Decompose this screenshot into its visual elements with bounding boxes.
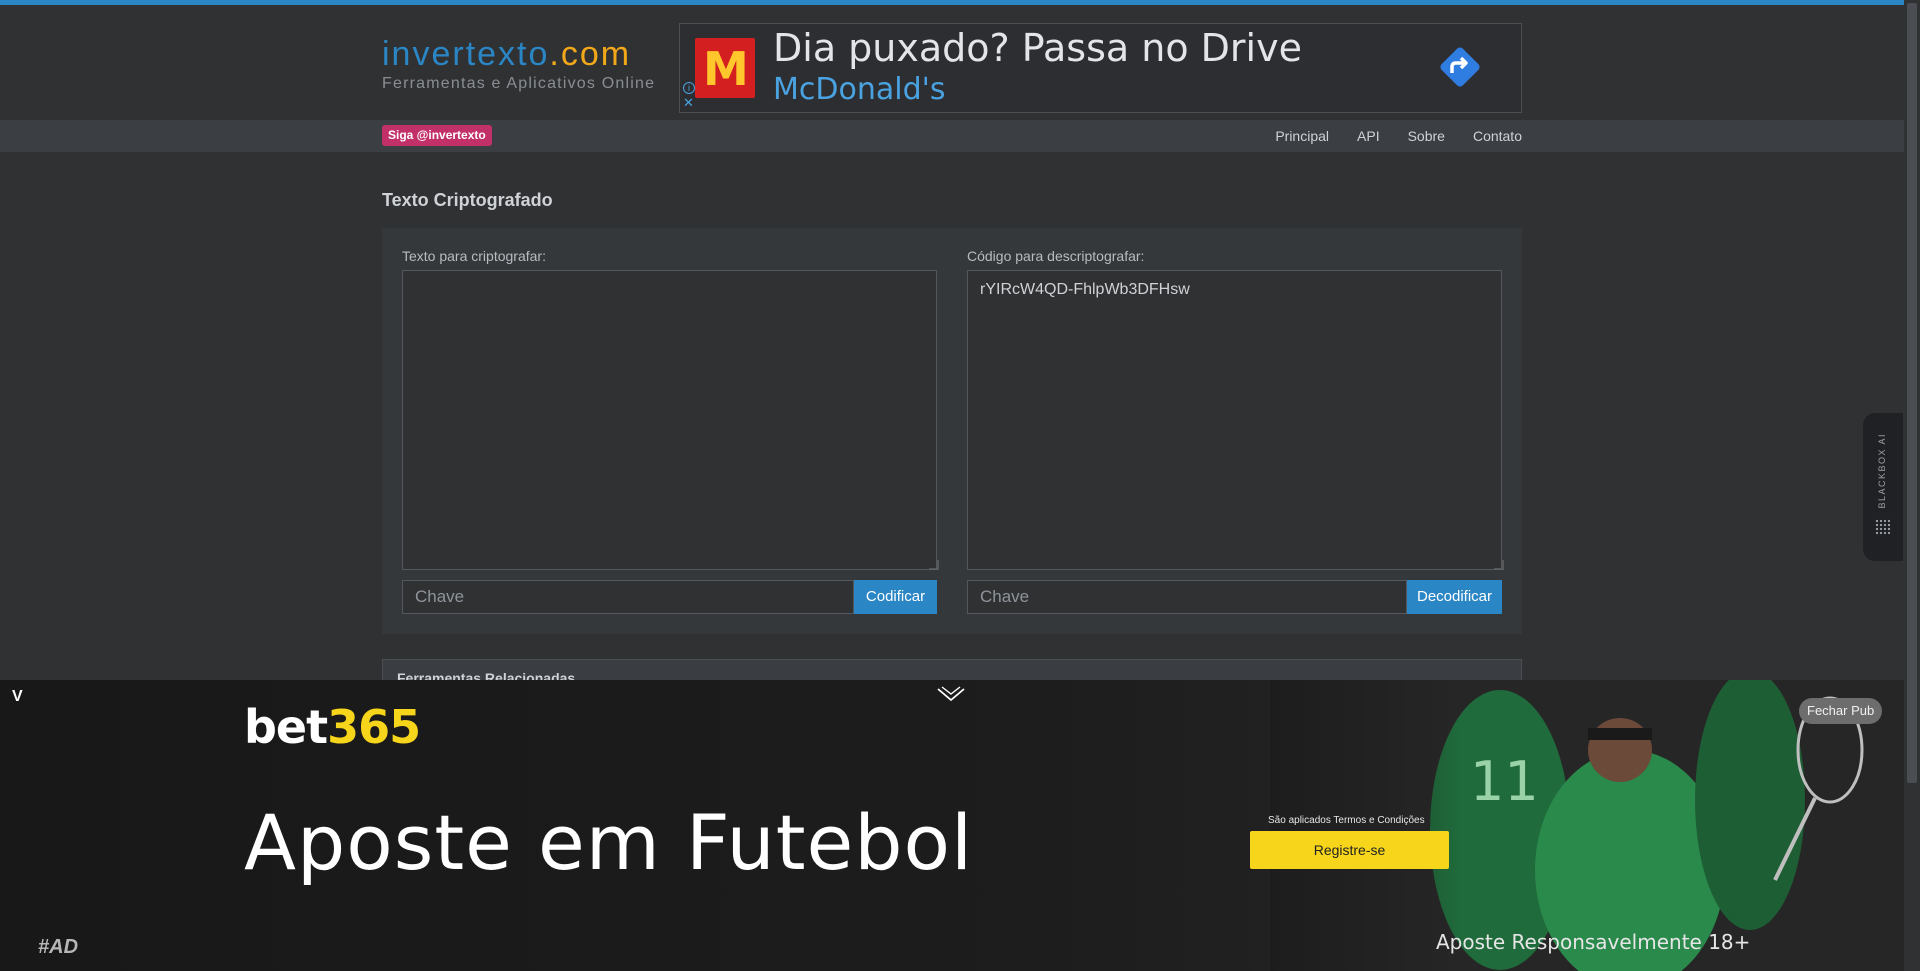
encrypt-textarea[interactable] [402,270,937,570]
directions-arrow-icon[interactable] [1435,42,1485,92]
nav-links: Principal API Sobre Contato [1275,120,1522,152]
mcdonalds-logo-icon: M [695,38,755,98]
close-ad-button[interactable]: Fechar Pub [1799,698,1883,724]
decode-button[interactable]: Decodificar [1407,580,1502,614]
decrypt-key-input[interactable]: Chave [967,580,1407,614]
top-banner-ad[interactable]: M i ✕ Dia puxado? Passa no Drive McDonal… [679,23,1522,113]
decrypt-label: Código para descriptografar: [967,248,1145,264]
ad-headline: Dia puxado? Passa no Drive [773,26,1302,70]
collapse-chevron-icon[interactable] [937,686,965,702]
crypto-panel: Texto para criptografar: Chave Codificar… [382,228,1522,634]
nav-link-principal[interactable]: Principal [1275,128,1329,144]
resize-handle-icon[interactable] [1494,560,1504,570]
scrollbar-thumb[interactable] [1907,3,1917,783]
logo-wordmark: invertexto.com [382,35,632,73]
site-header: invertexto.com Ferramentas e Aplicativos… [0,5,1904,120]
ad-provider-mark: V [12,688,23,705]
ad-brand: McDonald's [773,72,946,107]
resize-handle-icon[interactable] [929,560,939,570]
page-scrollbar[interactable] [1904,0,1920,971]
blackbox-extension-tab[interactable]: BLACKBOX AI [1863,413,1903,561]
follow-button[interactable]: Siga @invertexto [382,125,492,146]
page-title: Texto Criptografado [382,190,553,210]
site-logo[interactable]: invertexto.com Ferramentas e Aplicativos… [382,35,655,93]
ad-info-icon[interactable]: i [683,82,695,94]
blackbox-label: BLACKBOX AI [1877,433,1887,509]
ad-label: #AD [38,936,79,958]
nav-link-sobre[interactable]: Sobre [1408,128,1445,144]
responsible-gambling-text: Aposte Responsavelmente 18+ [1436,930,1751,954]
ad-close-icon[interactable]: ✕ [683,96,694,110]
ad-terms-text: São aplicados Termos e Condições [1268,815,1425,826]
encrypt-key-input[interactable]: Chave [402,580,854,614]
blackbox-dots-icon [1875,519,1891,535]
bet365-logo: bet365 [244,700,421,754]
navbar: Siga @invertexto Principal API Sobre Con… [0,120,1904,152]
encrypt-label: Texto para criptografar: [402,248,546,264]
nav-link-api[interactable]: API [1357,128,1380,144]
register-button[interactable]: Registre-se [1250,831,1449,869]
bottom-sticky-ad[interactable]: 11 V bet365 Aposte em Futebol São aplica… [0,680,1904,971]
nav-link-contato[interactable]: Contato [1473,128,1522,144]
logo-tagline: Ferramentas e Aplicativos Online [382,75,656,92]
encode-button[interactable]: Codificar [854,580,937,614]
ad-bottom-headline: Aposte em Futebol [244,798,974,887]
decrypt-textarea[interactable]: rYIRcW4QD-FhlpWb3DFHsw [967,270,1502,570]
